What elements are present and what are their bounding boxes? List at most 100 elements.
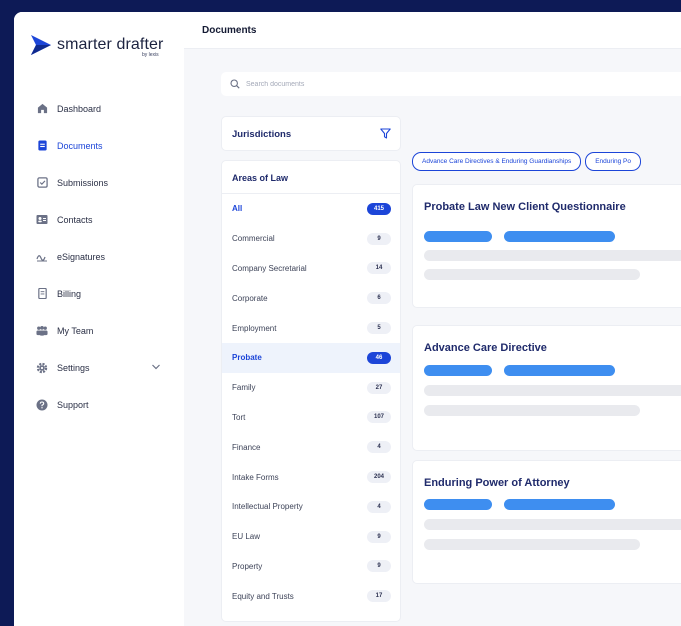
document-card-title: Probate Law New Client Questionnaire: [424, 201, 626, 213]
count-badge: 9: [367, 232, 391, 245]
area-label: Employment: [232, 323, 277, 333]
team-icon: [36, 325, 48, 337]
sidebar-item-label: Dashboard: [57, 103, 102, 114]
area-label: Property: [232, 561, 263, 571]
count-badge: 204: [367, 471, 391, 484]
gear-icon: [36, 362, 48, 374]
count-badge: 107: [367, 411, 391, 424]
sidebar-item-contacts[interactable]: Contacts: [14, 201, 184, 238]
sidebar: smarter drafter by lexis Dashboard Docum…: [14, 12, 184, 626]
area-label: Intellectual Property: [232, 502, 303, 512]
sidebar-item-label: eSignatures: [57, 251, 106, 262]
area-item-intake-forms[interactable]: Intake Forms 204: [222, 462, 400, 492]
area-label: Probate: [232, 353, 262, 363]
chip-enduring-power[interactable]: Enduring Po: [585, 152, 641, 171]
area-label: Family: [232, 383, 256, 393]
areas-of-law-header: Areas of Law: [222, 161, 400, 194]
sidebar-item-my-team[interactable]: My Team: [14, 312, 184, 349]
area-item-probate[interactable]: Probate 46: [222, 342, 400, 373]
signature-icon: [36, 251, 48, 263]
document-card-title: Advance Care Directive: [424, 342, 547, 354]
chip-advance-care-directives[interactable]: Advance Care Directives & Enduring Guard…: [412, 152, 582, 171]
home-icon: [36, 103, 48, 115]
area-label: All: [232, 204, 243, 214]
area-label: Corporate: [232, 293, 268, 303]
jurisdictions-filter[interactable]: Jurisdictions: [221, 116, 401, 151]
area-label: Tort: [232, 412, 246, 422]
area-item-corporate[interactable]: Corporate 6: [222, 283, 400, 313]
logo-arrow-icon: [31, 35, 51, 55]
count-badge: 17: [367, 590, 391, 603]
count-badge: 4: [367, 441, 391, 454]
count-badge: 14: [367, 262, 391, 275]
top-bar: Documents: [184, 12, 681, 49]
sidebar-item-dashboard[interactable]: Dashboard: [14, 90, 184, 127]
count-badge: 4: [367, 500, 391, 513]
count-badge: 415: [367, 202, 391, 215]
sidebar-item-label: Billing: [57, 288, 82, 299]
area-item-tort[interactable]: Tort 107: [222, 403, 400, 433]
count-badge: 27: [367, 381, 391, 394]
sidebar-item-esignatures[interactable]: eSignatures: [14, 238, 184, 275]
area-label: Equity and Trusts: [232, 591, 294, 601]
area-item-equity-and-trusts[interactable]: Equity and Trusts 17: [222, 581, 400, 611]
search-bar[interactable]: [221, 72, 681, 96]
area-item-intellectual-property[interactable]: Intellectual Property 4: [222, 492, 400, 522]
area-label: Commercial: [232, 234, 275, 244]
document-icon: [36, 140, 48, 152]
sidebar-item-label: Documents: [57, 140, 103, 151]
brand-sub: by lexis: [142, 52, 159, 58]
document-card[interactable]: Probate Law New Client Questionnaire: [412, 184, 681, 308]
billing-icon: [36, 288, 48, 300]
sidebar-item-label: My Team: [57, 325, 94, 336]
areas-of-law-label: Areas of Law: [232, 173, 289, 183]
sidebar-item-documents[interactable]: Documents: [14, 127, 184, 164]
text-placeholder: [424, 539, 640, 550]
sidebar-item-support[interactable]: Support: [14, 386, 184, 423]
text-placeholder: [424, 269, 640, 280]
document-card-title: Enduring Power of Attorney: [424, 477, 570, 489]
app-window: smarter drafter by lexis Dashboard Docum…: [14, 12, 681, 626]
sidebar-item-billing[interactable]: Billing: [14, 275, 184, 312]
sidebar-item-label: Settings: [57, 362, 90, 373]
tag-placeholder: [424, 231, 492, 242]
area-label: EU Law: [232, 532, 261, 542]
count-badge: 6: [367, 292, 391, 305]
sidebar-item-settings[interactable]: Settings: [14, 349, 184, 386]
area-item-company-secretarial[interactable]: Company Secretarial 14: [222, 254, 400, 284]
area-item-employment[interactable]: Employment 5: [222, 313, 400, 343]
areas-of-law-panel: Areas of Law All 415 Commercial 9 Compan…: [221, 160, 401, 622]
sidebar-item-submissions[interactable]: Submissions: [14, 164, 184, 201]
area-item-finance[interactable]: Finance 4: [222, 432, 400, 462]
area-item-family[interactable]: Family 27: [222, 373, 400, 403]
sidebar-item-label: Support: [57, 399, 89, 410]
area-item-eu-law[interactable]: EU Law 9: [222, 522, 400, 552]
count-badge: 9: [367, 530, 391, 543]
area-item-all[interactable]: All 415: [222, 194, 400, 224]
tag-placeholder: [504, 231, 615, 242]
sidebar-item-label: Submissions: [57, 177, 109, 188]
text-placeholder: [424, 385, 681, 396]
area-item-property[interactable]: Property 9: [222, 552, 400, 582]
document-card[interactable]: Advance Care Directive: [412, 325, 681, 451]
tag-placeholder: [504, 499, 615, 510]
submission-icon: [36, 177, 48, 189]
area-label: Finance: [232, 442, 261, 452]
tag-placeholder: [424, 499, 492, 510]
tag-placeholder: [424, 365, 492, 376]
count-badge: 46: [367, 351, 391, 364]
tag-placeholder: [504, 365, 615, 376]
area-item-commercial[interactable]: Commercial 9: [222, 224, 400, 254]
sidebar-nav: Dashboard Documents Submissions Contacts: [14, 90, 184, 423]
chevron-down-icon[interactable]: [151, 363, 161, 371]
text-placeholder: [424, 250, 681, 261]
filter-icon[interactable]: [380, 128, 391, 139]
count-badge: 9: [367, 560, 391, 573]
search-input[interactable]: [246, 80, 546, 88]
search-icon: [230, 79, 240, 89]
area-label: Company Secretarial: [232, 263, 307, 273]
document-card[interactable]: Enduring Power of Attorney: [412, 460, 681, 584]
count-badge: 5: [367, 322, 391, 335]
help-icon: [36, 399, 48, 411]
jurisdictions-label: Jurisdictions: [232, 129, 292, 140]
